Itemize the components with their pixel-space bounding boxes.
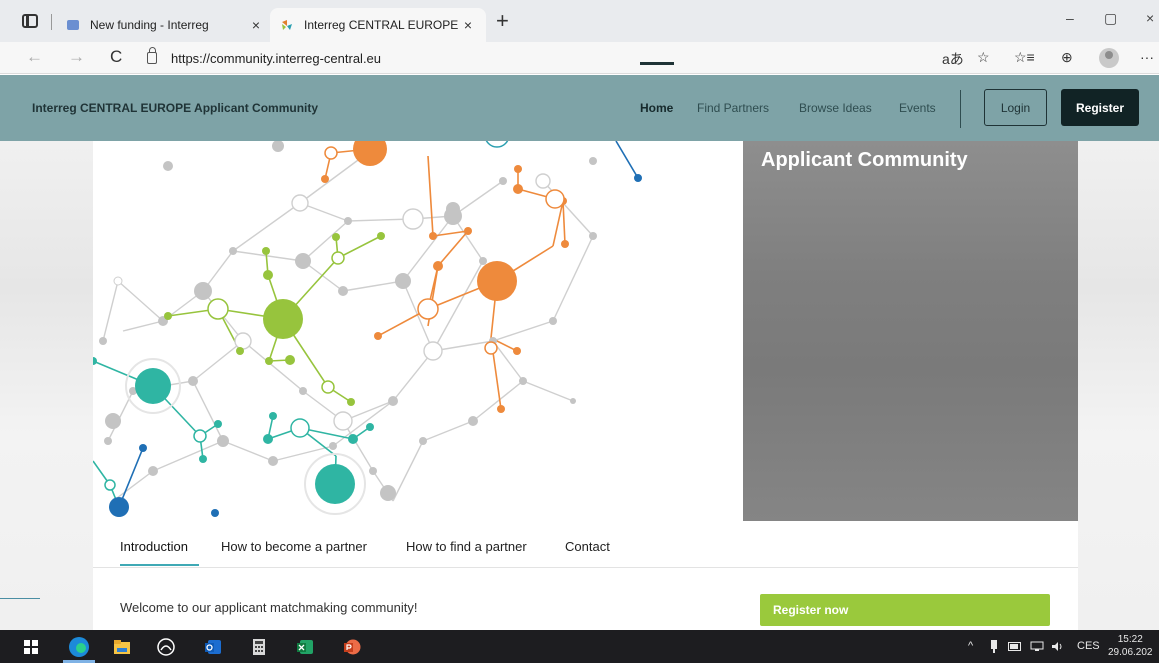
interreg-logo-icon <box>282 20 292 30</box>
nav-browse-ideas[interactable]: Browse Ideas <box>799 101 872 115</box>
collections-icon[interactable]: ⊕ <box>1061 49 1073 66</box>
interreg-favicon-icon <box>67 20 79 30</box>
volume-icon[interactable] <box>1051 641 1063 652</box>
tab-new-funding[interactable]: New funding - Interreg × <box>56 8 274 42</box>
tab-close-icon[interactable]: × <box>248 17 264 33</box>
profile-avatar[interactable] <box>1099 48 1119 68</box>
address-field[interactable]: https://community.interreg-central.eu <box>147 47 381 69</box>
powerpoint-icon[interactable] <box>343 638 361 656</box>
new-tab-button[interactable]: + <box>496 10 509 32</box>
hero-title: Applicant Community <box>761 149 968 171</box>
tab-applicant-community[interactable]: Interreg CENTRAL EUROPE Appl × <box>270 8 486 42</box>
battery-icon[interactable] <box>1008 642 1022 651</box>
nav-find-partners[interactable]: Find Partners <box>697 101 769 115</box>
network-icon[interactable] <box>1030 641 1044 652</box>
nav-active-indicator <box>640 62 674 65</box>
tab-actions-icon[interactable] <box>22 14 38 28</box>
content-card: Introduction How to become a partner How… <box>93 521 1078 630</box>
tab-close-icon[interactable]: × <box>460 17 476 33</box>
tab-title: Interreg CENTRAL EUROPE Appl <box>304 18 460 32</box>
active-tab-indicator <box>120 564 199 566</box>
maximize-button[interactable]: ▢ <box>1104 10 1117 27</box>
tab-contact[interactable]: Contact <box>565 539 610 554</box>
favorites-icon[interactable]: ☆≡ <box>1014 49 1035 66</box>
register-button[interactable]: Register <box>1061 89 1139 126</box>
read-aloud-icon[interactable]: aあ <box>942 49 964 69</box>
decorative-line <box>0 598 40 599</box>
refresh-icon[interactable]: C <box>110 47 122 67</box>
tab-title: New funding - Interreg <box>90 18 209 32</box>
close-window-button[interactable]: × <box>1146 10 1154 26</box>
back-icon[interactable]: ← <box>26 47 43 67</box>
network-illustration <box>93 141 743 521</box>
browser-window: New funding - Interreg × Interreg CENTRA… <box>0 0 1159 663</box>
clock-time: 15:22 <box>1117 634 1143 645</box>
tab-how-to-become-partner[interactable]: How to become a partner <box>221 539 367 554</box>
site-brand[interactable]: Interreg CENTRAL EUROPE Applicant Commun… <box>32 101 318 115</box>
register-now-button[interactable]: Register now <box>760 594 1050 626</box>
network-graph-image <box>93 141 642 517</box>
nav-home[interactable]: Home <box>640 101 673 115</box>
url-text: https://community.interreg-central.eu <box>171 50 382 66</box>
windows-taskbar: ^ CES 15:22 29.06.202 <box>0 630 1159 663</box>
clock-date: 29.06.202 <box>1108 647 1153 658</box>
forward-icon[interactable]: → <box>68 47 85 67</box>
system-clock[interactable]: 15:22 29.06.202 <box>1108 633 1153 659</box>
tab-strip: New funding - Interreg × Interreg CENTRA… <box>0 0 1159 42</box>
lock-icon <box>147 47 157 64</box>
file-explorer-icon[interactable] <box>113 638 131 656</box>
tab-divider <box>93 567 1078 568</box>
outlook-icon[interactable] <box>204 638 222 656</box>
more-menu-icon[interactable]: ··· <box>1140 49 1154 65</box>
address-bar-row: ← → C https://community.interreg-central… <box>0 42 1159 74</box>
edge-browser-icon[interactable] <box>67 635 91 659</box>
show-hidden-icons-icon[interactable]: ^ <box>968 640 973 652</box>
minimize-button[interactable]: – <box>1066 10 1074 26</box>
login-button[interactable]: Login <box>984 89 1047 126</box>
hero-panel: Applicant Community <box>743 141 1078 521</box>
site-header: Interreg CENTRAL EUROPE Applicant Commun… <box>0 62 1159 141</box>
tab-introduction[interactable]: Introduction <box>120 539 188 554</box>
tab-separator <box>51 14 52 30</box>
tab-how-to-find-partner[interactable]: How to find a partner <box>406 539 527 554</box>
nav-divider <box>960 90 961 128</box>
welcome-text: Welcome to our applicant matchmaking com… <box>120 600 418 615</box>
favorite-star-icon[interactable]: ☆ <box>977 49 990 66</box>
windows-start-icon[interactable] <box>24 640 38 654</box>
calculator-icon[interactable] <box>250 638 268 656</box>
paint-icon[interactable] <box>157 638 175 656</box>
excel-icon[interactable] <box>296 638 314 656</box>
nav-events[interactable]: Events <box>899 101 936 115</box>
input-language[interactable]: CES <box>1077 640 1100 652</box>
usb-device-icon[interactable] <box>990 640 998 653</box>
